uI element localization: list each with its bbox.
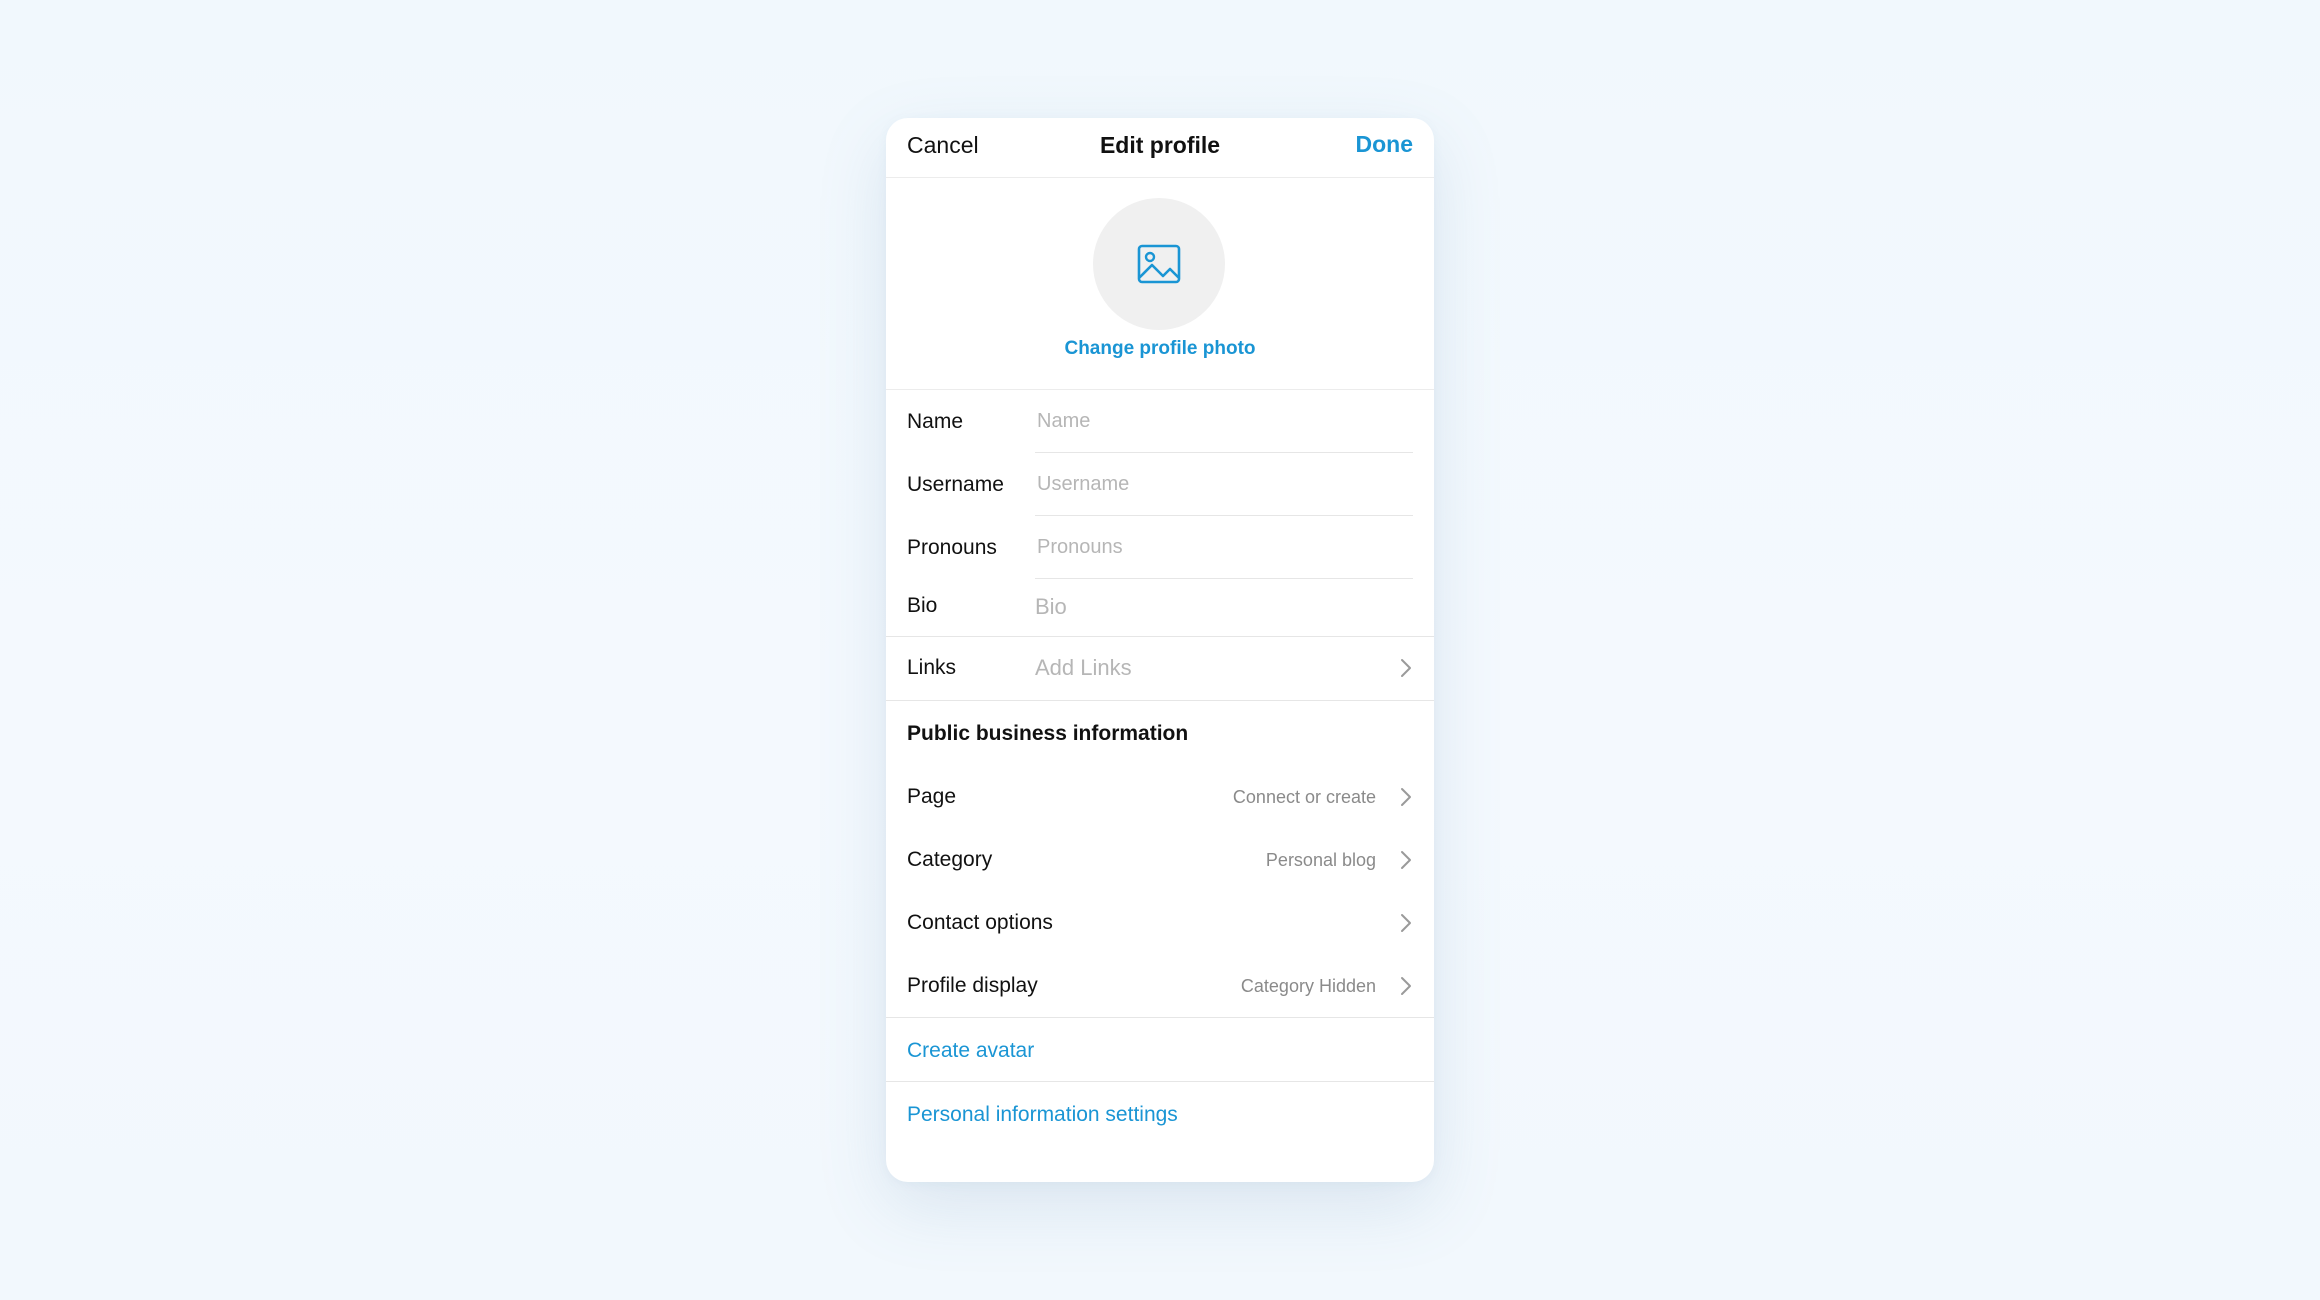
pronouns-input[interactable] xyxy=(1035,516,1413,579)
name-input[interactable] xyxy=(1035,390,1413,453)
business-section-heading: Public business information xyxy=(907,722,1189,745)
name-label: Name xyxy=(907,410,964,433)
pronouns-field-row: Pronouns xyxy=(886,516,1434,579)
edit-profile-card: Cancel Edit profile Done Change profile … xyxy=(886,118,1434,1182)
username-input[interactable] xyxy=(1035,453,1413,516)
category-row[interactable]: Category Personal blog xyxy=(886,828,1434,891)
add-links-value: Add Links xyxy=(1035,655,1132,680)
name-field-row: Name xyxy=(886,390,1434,453)
bio-field-row: Bio xyxy=(886,579,1434,637)
change-profile-photo-link[interactable]: Change profile photo xyxy=(886,338,1434,360)
contact-options-label: Contact options xyxy=(907,911,1053,934)
header-bar: Cancel Edit profile Done xyxy=(886,118,1434,178)
bio-label: Bio xyxy=(907,594,938,617)
profile-photo-avatar[interactable] xyxy=(1093,198,1225,330)
page-title: Edit profile xyxy=(1099,132,1221,158)
category-value: Personal blog xyxy=(1265,850,1376,870)
pronouns-label: Pronouns xyxy=(907,536,997,559)
image-icon xyxy=(1137,244,1181,284)
chevron-right-icon xyxy=(1401,851,1411,869)
business-section-title: Public business information xyxy=(886,701,1434,765)
links-row[interactable]: Links Add Links xyxy=(886,637,1434,701)
profile-photo-section: Change profile photo xyxy=(886,178,1434,390)
category-label: Category xyxy=(907,848,993,871)
contact-options-row[interactable]: Contact options xyxy=(886,891,1434,954)
chevron-right-icon xyxy=(1401,659,1411,677)
personal-info-row[interactable]: Personal information settings xyxy=(886,1082,1434,1145)
username-label: Username xyxy=(907,473,1004,496)
create-avatar-link[interactable]: Create avatar xyxy=(907,1039,1034,1063)
page-label: Page xyxy=(907,785,957,808)
done-button[interactable]: Done xyxy=(1356,131,1414,158)
chevron-right-icon xyxy=(1401,914,1411,932)
bio-input[interactable] xyxy=(1033,579,1413,635)
links-label: Links xyxy=(907,656,957,679)
username-field-row: Username xyxy=(886,453,1434,516)
create-avatar-row[interactable]: Create avatar xyxy=(886,1018,1434,1082)
page-value: Connect or create xyxy=(1232,787,1376,807)
profile-display-value: Category Hidden xyxy=(1240,976,1376,996)
profile-display-row[interactable]: Profile display Category Hidden xyxy=(886,954,1434,1018)
chevron-right-icon xyxy=(1401,788,1411,806)
chevron-right-icon xyxy=(1401,977,1411,995)
profile-display-label: Profile display xyxy=(907,974,1038,997)
page-row[interactable]: Page Connect or create xyxy=(886,765,1434,828)
personal-info-settings-link[interactable]: Personal information settings xyxy=(907,1103,1178,1127)
